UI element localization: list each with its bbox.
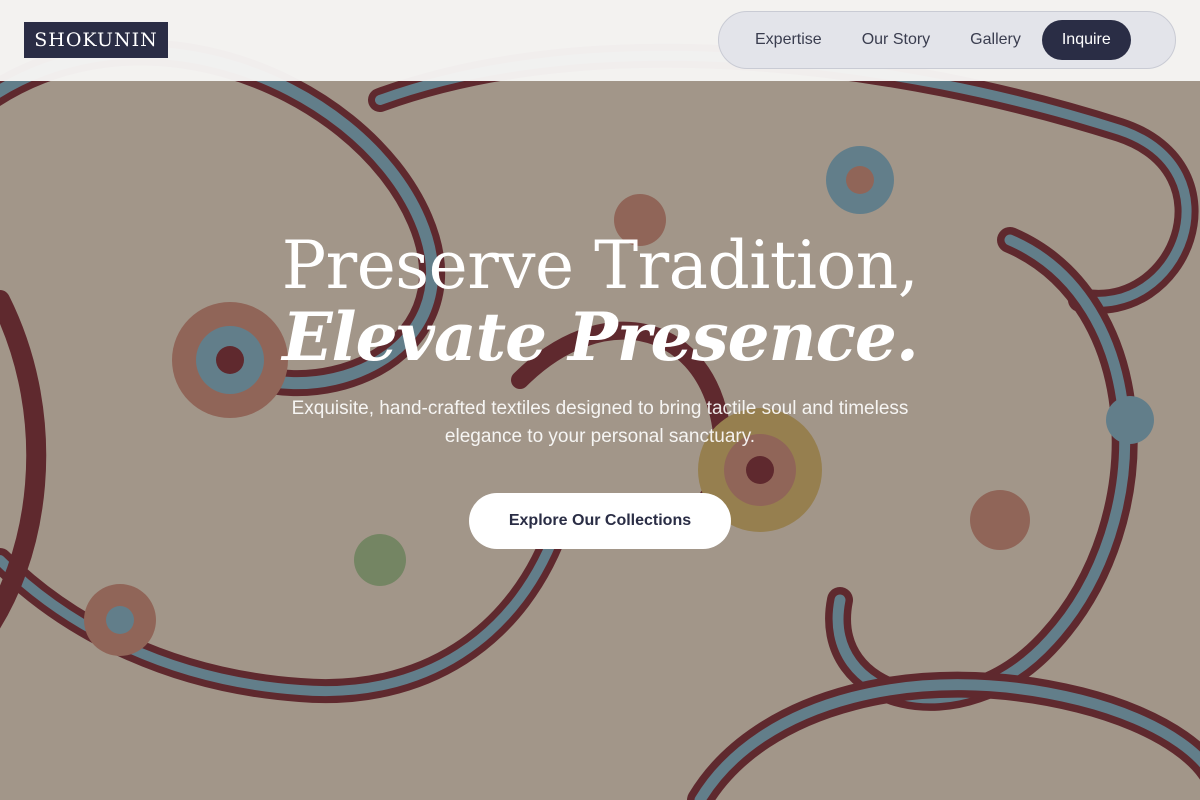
- inquire-button[interactable]: Inquire: [1041, 20, 1131, 60]
- site-header: SHOKUNIN Expertise Our Story Gallery Inq…: [0, 0, 1200, 81]
- nav-item-our-story[interactable]: Our Story: [842, 20, 950, 60]
- main-nav: Expertise Our Story Gallery Inquire: [718, 11, 1176, 69]
- hero-section: Preserve Tradition, Elevate Presence. Ex…: [0, 227, 1200, 549]
- hero-title-line1: Preserve Tradition,: [281, 227, 919, 304]
- hero-title-line2: Elevate Presence.: [282, 297, 919, 376]
- nav-item-expertise[interactable]: Expertise: [735, 20, 842, 60]
- hero-title: Preserve Tradition, Elevate Presence.: [0, 227, 1200, 376]
- explore-collections-button[interactable]: Explore Our Collections: [469, 492, 731, 549]
- brand-logo[interactable]: SHOKUNIN: [24, 22, 168, 58]
- nav-item-gallery[interactable]: Gallery: [950, 20, 1041, 60]
- hero-subtitle: Exquisite, hand-crafted textiles designe…: [291, 397, 909, 447]
